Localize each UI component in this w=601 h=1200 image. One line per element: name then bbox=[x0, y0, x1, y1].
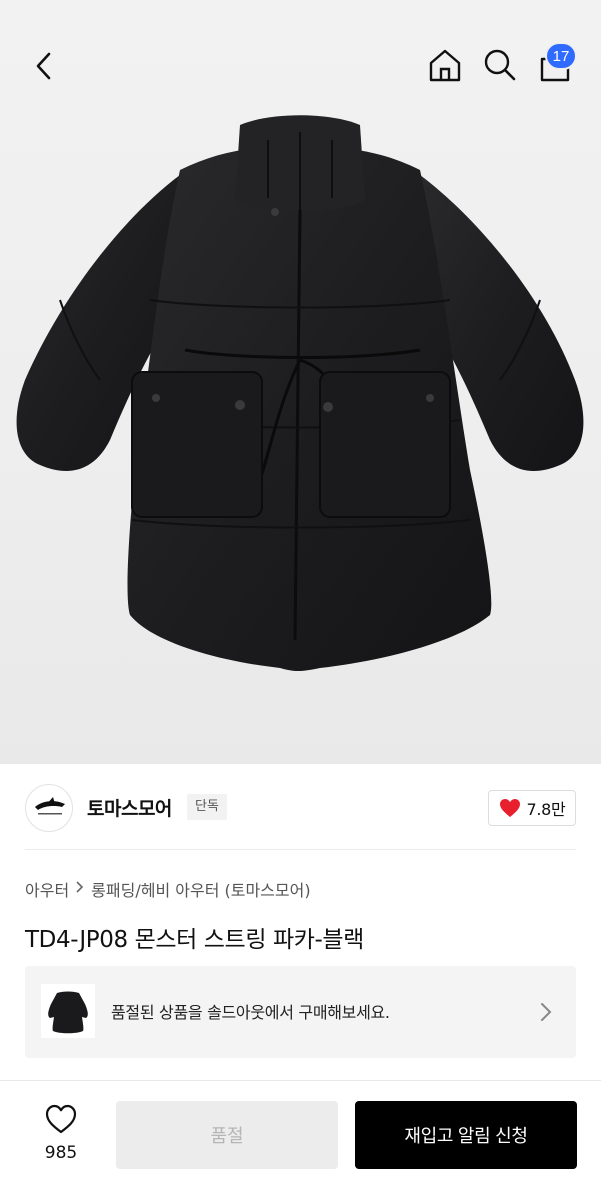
home-icon bbox=[429, 49, 461, 82]
breadcrumb-subcategory[interactable]: 롱패딩/헤비 아우터 (토마스모어) bbox=[91, 877, 310, 901]
exclusive-badge: 단독 bbox=[187, 794, 227, 820]
search-button[interactable] bbox=[478, 42, 522, 88]
product-image[interactable]: 17 bbox=[0, 0, 601, 764]
cart-count-badge: 17 bbox=[545, 42, 577, 70]
home-button[interactable] bbox=[423, 42, 467, 88]
brand-logo[interactable] bbox=[25, 784, 73, 832]
brand-name[interactable]: 토마스모어 bbox=[87, 794, 172, 821]
restock-alert-button[interactable]: 재입고 알림 신청 bbox=[355, 1101, 577, 1169]
soldout-banner[interactable]: 품절된 상품을 솔드아웃에서 구매해보세요. bbox=[25, 966, 576, 1058]
chevron-right-icon bbox=[75, 880, 85, 898]
breadcrumb: 아우터 롱패딩/헤비 아우터 (토마스모어) bbox=[25, 876, 311, 902]
breadcrumb-category[interactable]: 아우터 bbox=[25, 877, 69, 901]
wishlist-button[interactable]: 985 bbox=[30, 1101, 92, 1167]
back-button[interactable] bbox=[22, 44, 66, 88]
section-divider bbox=[25, 849, 576, 850]
chevron-right-icon bbox=[538, 1000, 554, 1024]
heart-outline-icon bbox=[45, 1104, 77, 1134]
search-icon bbox=[484, 49, 516, 81]
brand-like-button[interactable]: 7.8만 bbox=[488, 790, 576, 826]
soldout-button[interactable]: 품절 bbox=[116, 1101, 338, 1169]
wishlist-count: 985 bbox=[44, 1143, 78, 1163]
chevron-left-icon bbox=[36, 52, 51, 80]
brand-like-count: 7.8만 bbox=[526, 800, 566, 819]
soldout-banner-text: 품절된 상품을 솔드아웃에서 구매해보세요. bbox=[111, 1003, 390, 1022]
product-title: TD4-JP08 몬스터 스트링 파카-블랙 bbox=[25, 927, 364, 953]
top-navigation-bar: 17 bbox=[0, 0, 601, 130]
soldout-thumbnail bbox=[41, 984, 95, 1038]
bottom-action-bar: 985 품절 재입고 알림 신청 bbox=[0, 1080, 601, 1200]
heart-filled-icon bbox=[499, 799, 520, 817]
brand-row: 토마스모어 단독 7.8만 bbox=[25, 784, 576, 832]
brand-logo-image bbox=[35, 797, 65, 815]
